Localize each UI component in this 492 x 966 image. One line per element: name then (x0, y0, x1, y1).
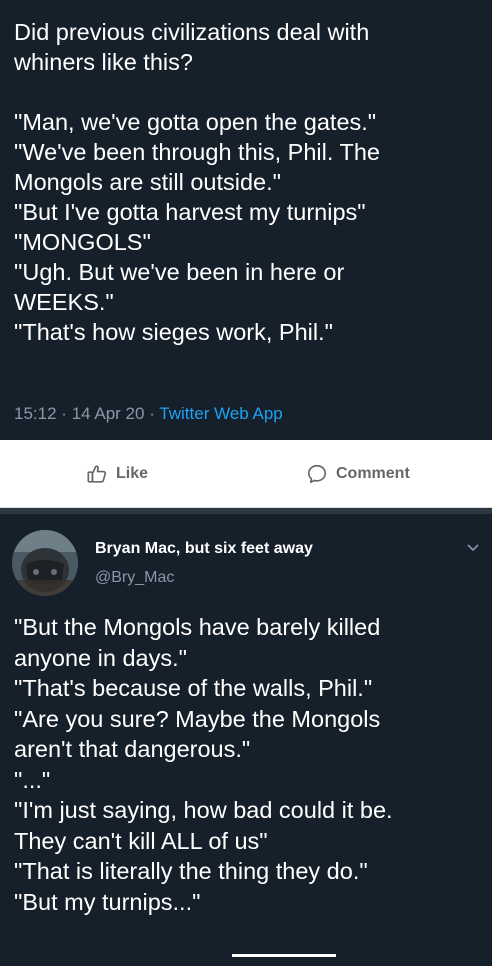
avatar[interactable] (12, 530, 78, 596)
tweet-line: Did previous civilizations deal with (14, 19, 370, 45)
thumbs-up-icon (86, 463, 108, 485)
scribble-underline (232, 954, 336, 957)
tweet-meta: 15:12 · 14 Apr 20 · Twitter Web App (14, 404, 283, 424)
comment-label: Comment (336, 464, 410, 482)
speech-bubble-icon (306, 463, 328, 485)
reply-line: They can't kill ALL of us" (14, 827, 268, 854)
tweet-source-app[interactable]: Twitter Web App (159, 404, 282, 423)
like-button[interactable]: Like (86, 440, 148, 507)
tweet-line: Mongols are still outside." (14, 169, 281, 195)
reply-line: "That's because of the walls, Phil." (14, 675, 373, 701)
reply-line: "That is literally the thing they do." (14, 858, 368, 884)
tweet-line: "Man, we've gotta open the gates." (14, 109, 377, 135)
tweet-line: "That's how sieges work, Phil." (14, 319, 333, 345)
reply-line: "I'm just saying, how bad could it be. (14, 797, 393, 823)
user-handle[interactable]: @Bry_Mac (95, 569, 174, 587)
meta-separator: · (149, 404, 155, 423)
tweet-card: Did previous civilizations deal with whi… (0, 0, 492, 440)
action-bar: Like Comment (0, 440, 492, 508)
tweet-line: "We've been through this, Phil. The (14, 139, 380, 165)
tweet-line: whiners like this? (14, 49, 193, 75)
tweet-line: "MONGOLS" (14, 229, 151, 255)
chevron-down-icon[interactable] (466, 540, 480, 558)
reply-tweet-card: Bryan Mac, but six feet away @Bry_Mac "B… (0, 508, 492, 966)
meta-separator: · (61, 404, 67, 423)
reply-text: "But the Mongols have barely killed anyo… (14, 612, 484, 917)
tweet-line: WEEKS." (14, 289, 114, 315)
tweet-date[interactable]: 14 Apr 20 (72, 404, 145, 423)
reply-line: aren't that dangerous." (14, 736, 251, 762)
tweet-text: Did previous civilizations deal with whi… (14, 17, 484, 347)
comment-button[interactable]: Comment (306, 440, 410, 507)
display-name[interactable]: Bryan Mac, but six feet away (95, 540, 313, 558)
tweet-line (14, 77, 484, 107)
tweet-time[interactable]: 15:12 (14, 404, 57, 423)
reply-line: "..." (14, 766, 51, 793)
like-label: Like (116, 464, 149, 482)
reply-line: anyone in days." (14, 644, 187, 671)
tweet-line: "But I've gotta harvest my turnips" (14, 199, 366, 225)
tweet-line: "Ugh. But we've been in here or (14, 259, 345, 285)
reply-line: "But my turnips..." (14, 888, 201, 915)
reply-line: "Are you sure? Maybe the Mongols (14, 705, 381, 732)
reply-line: "But the Mongols have barely killed (14, 614, 381, 640)
